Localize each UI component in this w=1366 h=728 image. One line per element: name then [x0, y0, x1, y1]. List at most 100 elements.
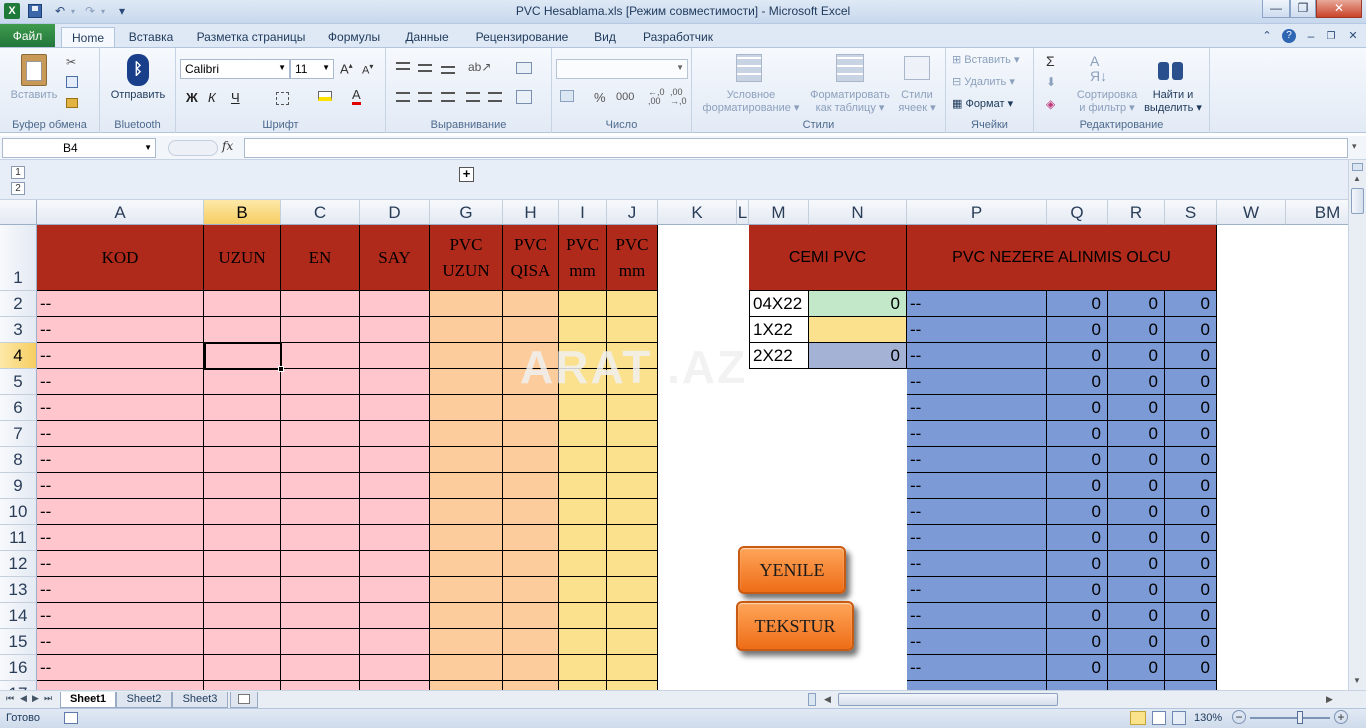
uzun-cell[interactable] — [204, 655, 281, 681]
kod-cell[interactable]: -- — [37, 499, 204, 525]
kod-cell[interactable]: -- — [37, 525, 204, 551]
outline-level-2-button[interactable]: 2 — [11, 182, 25, 195]
increase-indent-icon[interactable] — [488, 92, 502, 102]
pvc-mm-j-cell[interactable] — [607, 291, 658, 317]
uzun-cell[interactable] — [204, 629, 281, 655]
pvc-mm-i-cell[interactable] — [559, 421, 607, 447]
pvc-qisa-cell[interactable] — [503, 473, 559, 499]
p-cell[interactable]: -- — [907, 629, 1047, 655]
pvc-mm-j-cell[interactable] — [607, 629, 658, 655]
select-all-corner[interactable] — [0, 200, 37, 225]
en-cell[interactable] — [281, 343, 360, 369]
pvc-qisa-cell[interactable] — [503, 499, 559, 525]
pvc-mm-j-cell[interactable] — [607, 499, 658, 525]
uzun-cell[interactable] — [204, 577, 281, 603]
pvc-mm-j-cell[interactable] — [607, 681, 658, 690]
fill-color-icon[interactable] — [318, 91, 332, 101]
name-box[interactable]: B4 ▼ — [2, 138, 156, 158]
decrease-indent-icon[interactable] — [466, 92, 480, 102]
r-cell[interactable]: 0 — [1108, 343, 1165, 369]
say-cell[interactable] — [360, 369, 430, 395]
p-cell[interactable]: -- — [907, 499, 1047, 525]
kod-cell[interactable]: -- — [37, 655, 204, 681]
kod-cell[interactable]: -- — [37, 603, 204, 629]
p-cell[interactable]: -- — [907, 343, 1047, 369]
outline-expand-button[interactable]: + — [459, 167, 474, 182]
bold-button[interactable]: Ж — [186, 90, 198, 105]
find-select-button[interactable]: Найти и выделить ▾ — [1140, 89, 1206, 115]
kod-cell[interactable]: -- — [37, 395, 204, 421]
p-cell[interactable]: -- — [907, 395, 1047, 421]
scroll-up-icon[interactable]: ▲ — [1353, 174, 1361, 183]
conditional-formatting-icon[interactable] — [736, 54, 762, 82]
s-cell[interactable]: 0 — [1165, 343, 1217, 369]
q-cell[interactable]: 0 — [1047, 343, 1108, 369]
pvc-qisa-cell[interactable] — [503, 603, 559, 629]
en-cell[interactable] — [281, 629, 360, 655]
pvc-mm-i-cell[interactable] — [559, 473, 607, 499]
delete-cells-button[interactable]: ⊟ Удалить ▾ — [952, 76, 1032, 89]
workbook-restore-icon[interactable]: ❐ — [1324, 28, 1338, 45]
p-cell[interactable]: -- — [907, 655, 1047, 681]
row-header-8[interactable]: 8 — [0, 447, 37, 473]
row-header-5[interactable]: 5 — [0, 369, 37, 395]
formula-input[interactable] — [244, 138, 1348, 158]
q-cell[interactable]: 0 — [1047, 577, 1108, 603]
say-cell[interactable] — [360, 291, 430, 317]
pvc-uzun-cell[interactable] — [430, 655, 503, 681]
row-header-14[interactable]: 14 — [0, 603, 37, 629]
cemi-label-cell[interactable]: 1X22 — [749, 317, 809, 343]
cemi-value-cell[interactable]: 0 — [809, 343, 907, 369]
pvc-qisa-cell[interactable] — [503, 629, 559, 655]
zoom-slider-track[interactable] — [1250, 717, 1330, 719]
restore-button[interactable]: ❐ — [1290, 0, 1316, 18]
zoom-slider-thumb[interactable] — [1297, 711, 1303, 724]
p-cell[interactable]: -- — [907, 551, 1047, 577]
say-cell[interactable] — [360, 525, 430, 551]
pvc-uzun-cell[interactable] — [430, 317, 503, 343]
q-cell[interactable]: 0 — [1047, 317, 1108, 343]
vertical-scrollbar[interactable]: ▲ ▼ — [1348, 160, 1366, 690]
tab-file[interactable]: Файл — [0, 24, 55, 48]
say-cell[interactable] — [360, 551, 430, 577]
r-cell[interactable]: 0 — [1108, 317, 1165, 343]
align-top-icon[interactable] — [396, 62, 410, 70]
pvc-mm-j-cell[interactable] — [607, 473, 658, 499]
q-cell[interactable]: 0 — [1047, 447, 1108, 473]
sort-filter-button[interactable]: Сортировка и фильтр ▾ — [1070, 89, 1144, 115]
first-sheet-icon[interactable]: ⏮ — [6, 693, 14, 704]
uzun-cell[interactable] — [204, 499, 281, 525]
pvc-uzun-cell[interactable] — [430, 473, 503, 499]
pvc-uzun-cell[interactable] — [430, 629, 503, 655]
s-cell[interactable]: 0 — [1165, 655, 1217, 681]
column-header-a[interactable]: A — [37, 200, 204, 225]
pvc-qisa-cell[interactable] — [503, 447, 559, 473]
r-cell[interactable]: 0 — [1108, 551, 1165, 577]
pvc-qisa-cell[interactable] — [503, 291, 559, 317]
pvc-mm-i-cell[interactable] — [559, 499, 607, 525]
borders-icon[interactable] — [276, 92, 289, 105]
pvc-mm-i-cell[interactable] — [559, 551, 607, 577]
p-cell[interactable]: -- — [907, 447, 1047, 473]
conditional-formatting-button[interactable]: Условное форматирование ▾ — [696, 89, 806, 115]
pvc-mm-i-cell[interactable] — [559, 603, 607, 629]
orientation-icon[interactable]: ab↗ — [468, 60, 491, 74]
workbook-minimize-icon[interactable]: – — [1304, 28, 1318, 45]
en-cell[interactable] — [281, 525, 360, 551]
p-cell[interactable]: -- — [907, 473, 1047, 499]
yenile-button[interactable]: YENILE — [738, 546, 846, 594]
r-cell[interactable] — [1108, 681, 1165, 690]
p-cell[interactable]: -- — [907, 291, 1047, 317]
s-cell[interactable]: 0 — [1165, 317, 1217, 343]
wrap-text-icon[interactable] — [516, 62, 532, 74]
number-format-select[interactable]: ▼ — [556, 59, 688, 79]
uzun-cell[interactable] — [204, 447, 281, 473]
decrease-font-icon[interactable]: A▾ — [362, 62, 373, 77]
uzun-cell[interactable] — [204, 551, 281, 577]
pvc-mm-i-cell[interactable] — [559, 629, 607, 655]
minimize-button[interactable]: — — [1262, 0, 1290, 18]
pvc-mm-j-cell[interactable] — [607, 421, 658, 447]
bluetooth-icon[interactable]: ᛒ — [127, 54, 149, 86]
normal-view-icon[interactable] — [1130, 711, 1146, 725]
row-header-16[interactable]: 16 — [0, 655, 37, 681]
